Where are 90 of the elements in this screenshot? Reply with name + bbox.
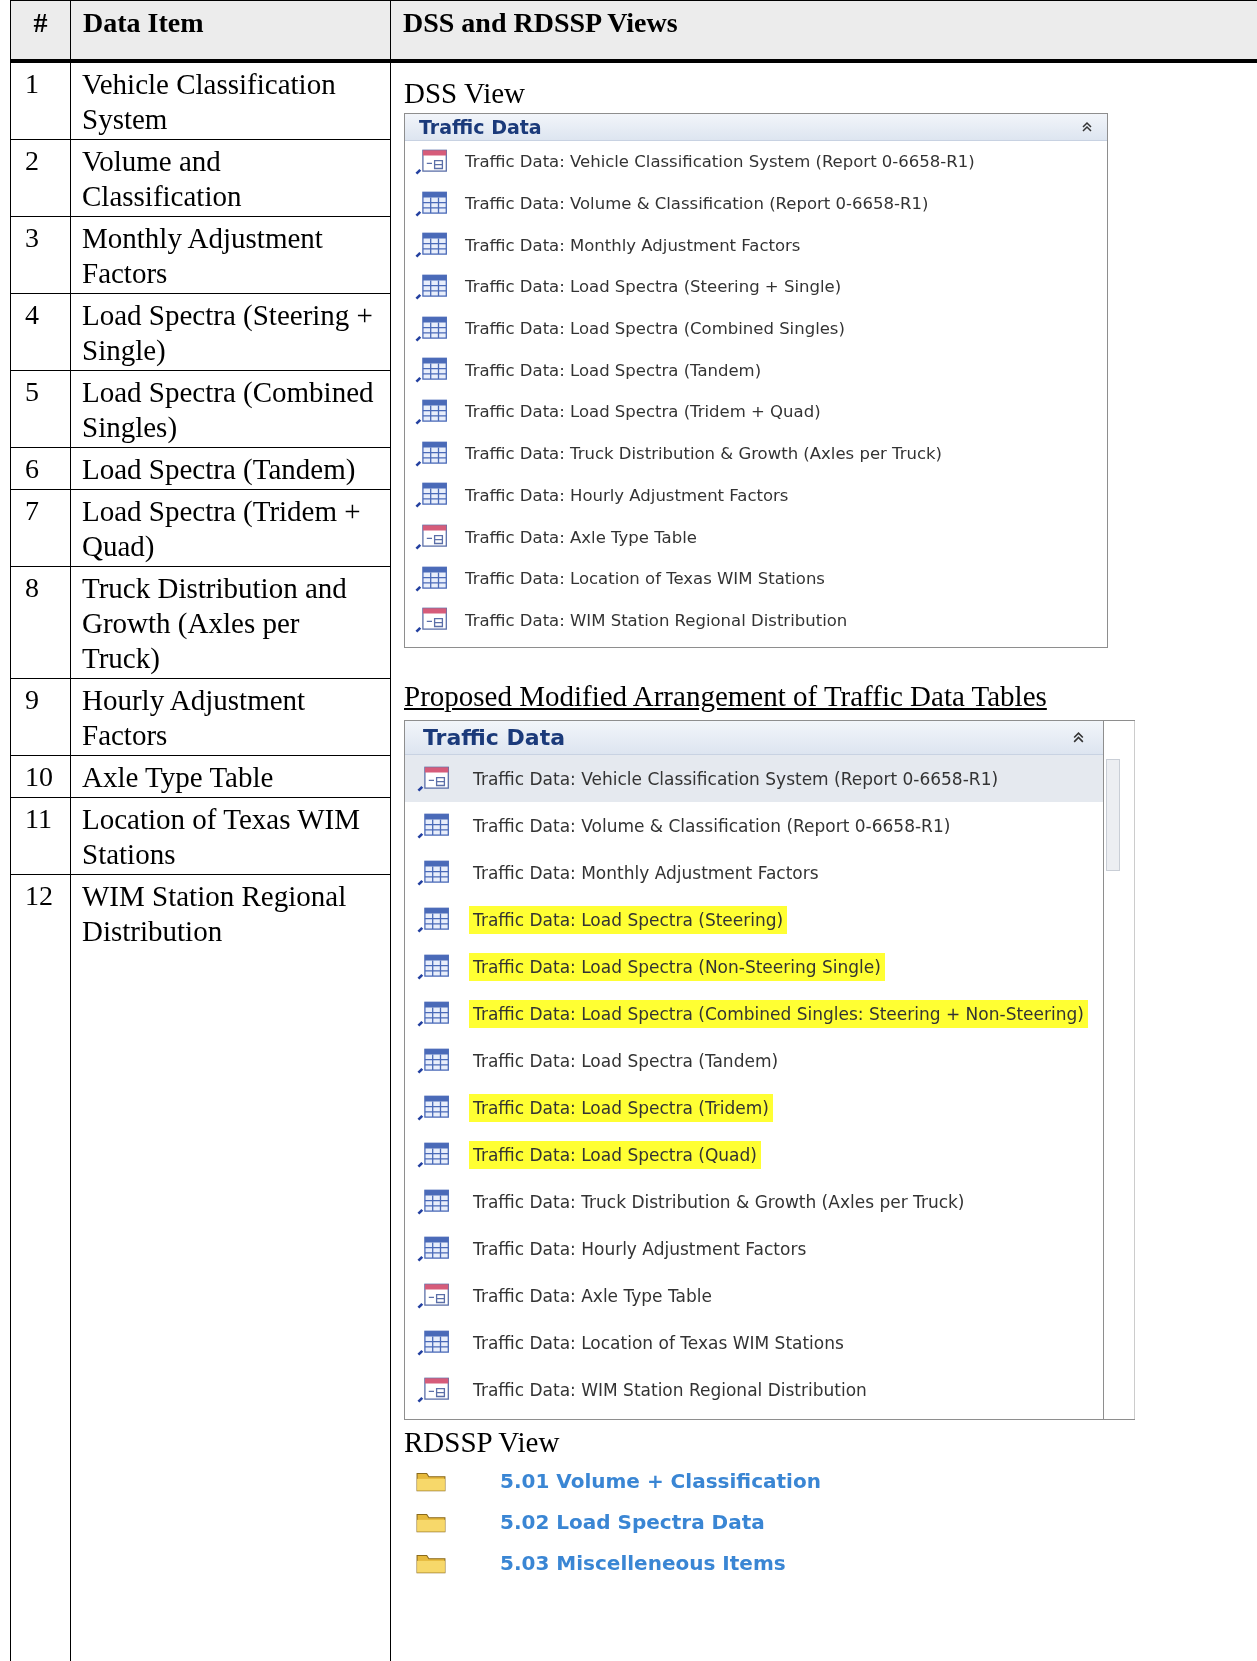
table-link[interactable]: Traffic Data: Axle Type Table [465, 527, 697, 547]
column-header: # [33, 7, 48, 38]
row-number: 2 [24, 144, 40, 178]
data-item: WIM Station Regional Distribution [81, 879, 348, 949]
data-item: Hourly Adjustment Factors [81, 683, 307, 753]
table-icon [415, 398, 449, 425]
table-icon [417, 1047, 451, 1074]
row-number: 5 [24, 375, 40, 409]
table-icon [415, 315, 449, 342]
data-item: Truck Distribution and Growth (Axles per Truck) [81, 571, 348, 676]
form-icon [415, 607, 449, 634]
table-link[interactable]: Traffic Data: Monthly Adjustment Factors [473, 862, 819, 883]
data-item: Load Spectra (Combined Singles) [81, 375, 375, 445]
table-icon [417, 906, 451, 933]
table-icon [417, 812, 451, 839]
scrollbar[interactable] [1104, 721, 1135, 1420]
row-number: 4 [24, 298, 40, 332]
collapse-icon[interactable] [1081, 121, 1093, 133]
table-icon [417, 1000, 451, 1027]
table-link[interactable]: Traffic Data: Load Spectra (Non-Steering Single) [469, 952, 885, 981]
row-number: 11 [24, 802, 53, 836]
table-link[interactable]: Traffic Data: Axle Type Table [473, 1285, 712, 1306]
folder-link[interactable]: 5.02 Load Spectra Data [500, 1509, 765, 1534]
table-link[interactable]: Traffic Data: Volume & Classification (Report 0-6658-R1) [465, 194, 929, 214]
folder-link[interactable]: 5.03 Miscelleneous Items [500, 1550, 786, 1575]
data-item: Monthly Adjustment Factors [81, 221, 324, 291]
row-number: 3 [24, 221, 40, 255]
data-item: Load Spectra (Steering + Single) [81, 298, 374, 368]
form-icon [415, 524, 449, 551]
table-icon [417, 1235, 451, 1262]
form-icon [417, 1376, 451, 1403]
table-icon [415, 273, 449, 300]
table-link[interactable]: Traffic Data: Location of Texas WIM Stations [465, 569, 825, 589]
view-label: RDSSP View [404, 1425, 561, 1461]
table-icon [417, 1094, 451, 1121]
table-icon [415, 482, 449, 509]
folder-link[interactable]: 5.01 Volume + Classification [500, 1468, 821, 1493]
row-number: 6 [24, 452, 40, 486]
data-item: Volume and Classification [81, 144, 243, 214]
data-item: Location of Texas WIM Stations [81, 802, 361, 872]
table-link[interactable]: Traffic Data: Load Spectra (Tridem + Quad) [465, 402, 821, 422]
panel-title: Traffic Data [423, 725, 565, 751]
table-link[interactable]: Traffic Data: Location of Texas WIM Stations [473, 1332, 844, 1353]
data-item: Load Spectra (Tridem + Quad) [81, 494, 362, 564]
data-item: Load Spectra (Tandem) [81, 452, 357, 487]
table-link[interactable]: Traffic Data: Truck Distribution & Growth (Axles per Truck) [473, 1191, 965, 1212]
table-icon [415, 190, 449, 217]
row-number: 8 [24, 571, 40, 605]
table-link[interactable]: Traffic Data: Load Spectra (Tridem) [469, 1093, 773, 1122]
table-link[interactable]: Traffic Data: Load Spectra (Combined Singles: Steering + Non-Steering) [469, 999, 1088, 1028]
row-number: 7 [24, 494, 40, 528]
table-link[interactable]: Traffic Data: WIM Station Regional Distribution [465, 610, 848, 630]
collapse-icon[interactable] [1072, 731, 1085, 745]
table-icon [417, 859, 451, 886]
table-icon [417, 1141, 451, 1168]
data-item: Vehicle Classification System [81, 67, 337, 137]
row-number: 10 [24, 760, 54, 794]
table-link[interactable]: Traffic Data: Monthly Adjustment Factors [465, 235, 801, 255]
table-link[interactable]: Traffic Data: Load Spectra (Steering + Single) [465, 277, 842, 297]
table-icon [415, 565, 449, 592]
row-number: 12 [24, 879, 54, 913]
table-icon [415, 232, 449, 259]
table-icon [415, 440, 449, 467]
column-header: DSS and RDSSP Views [403, 7, 678, 38]
table-link[interactable]: Traffic Data: Load Spectra (Tandem) [473, 1050, 779, 1071]
table-link[interactable]: Traffic Data: Load Spectra (Tandem) [465, 360, 762, 380]
row-number: 9 [24, 683, 40, 717]
panel-title: Traffic Data [419, 116, 542, 138]
table-link[interactable]: Traffic Data: Hourly Adjustment Factors [465, 485, 789, 505]
scrollbar-thumb[interactable] [1106, 759, 1120, 872]
row-number: 1 [24, 67, 40, 101]
table-link[interactable]: Traffic Data: Hourly Adjustment Factors [473, 1238, 807, 1259]
table-icon [417, 1188, 451, 1215]
table-link[interactable]: Traffic Data: Vehicle Classification System (Report 0-6658-R1) [465, 152, 975, 172]
data-item: Axle Type Table [81, 760, 275, 795]
table-link[interactable]: Traffic Data: Load Spectra (Steering) [469, 905, 788, 934]
form-icon [415, 148, 449, 175]
table-link[interactable]: Traffic Data: Volume & Classification (Report 0-6658-R1) [473, 815, 951, 836]
table-icon [417, 953, 451, 980]
table-link[interactable]: Traffic Data: Truck Distribution & Growth (Axles per Truck) [465, 444, 943, 464]
table-icon [417, 1329, 451, 1356]
form-icon [417, 1282, 451, 1309]
column-header: Data Item [83, 7, 204, 38]
section-heading: Proposed Modified Arrangement of Traffic Data Tables [404, 679, 1048, 715]
table-icon [415, 357, 449, 384]
table-link[interactable]: Traffic Data: Load Spectra (Quad) [469, 1140, 761, 1169]
table-link[interactable]: Traffic Data: WIM Station Regional Distribution [473, 1379, 867, 1400]
form-icon [417, 765, 451, 792]
view-label: DSS View [404, 76, 526, 111]
table-link[interactable]: Traffic Data: Load Spectra (Combined Singles) [465, 319, 845, 339]
